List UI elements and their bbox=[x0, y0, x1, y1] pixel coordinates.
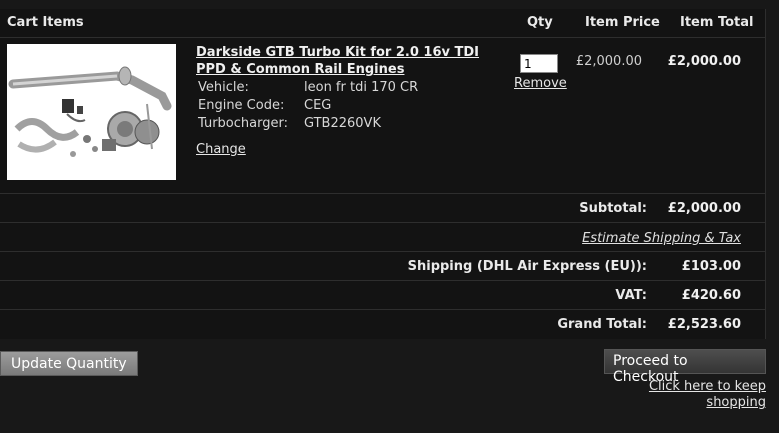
shipping-value: £103.00 bbox=[681, 259, 741, 274]
vat-label: VAT: bbox=[615, 288, 647, 303]
keep-shopping-link[interactable]: Click here to keep shopping bbox=[626, 379, 766, 411]
quantity-input[interactable] bbox=[520, 54, 558, 73]
option-label-turbocharger: Turbocharger: bbox=[198, 116, 288, 131]
product-image[interactable] bbox=[7, 44, 176, 180]
shipping-label: Shipping (DHL Air Express (EU)): bbox=[407, 259, 647, 274]
option-value-engine-code: CEG bbox=[304, 98, 332, 113]
header-qty: Qty bbox=[527, 15, 553, 30]
remove-item-link[interactable]: Remove bbox=[514, 76, 567, 91]
subtotal-label: Subtotal: bbox=[579, 201, 647, 216]
cart-table: Cart Items Qty Item Price Item Total Dar… bbox=[0, 9, 766, 339]
grand-total-label: Grand Total: bbox=[557, 317, 647, 332]
row-divider bbox=[0, 222, 765, 223]
turbo-kit-picture bbox=[8, 66, 172, 157]
change-options-link[interactable]: Change bbox=[196, 142, 246, 157]
option-value-turbocharger: GTB2260VK bbox=[304, 116, 381, 131]
cart-header-row: Cart Items Qty Item Price Item Total bbox=[0, 9, 765, 38]
row-divider bbox=[0, 309, 765, 310]
option-value-vehicle: leon fr tdi 170 CR bbox=[304, 80, 419, 95]
option-label-engine-code: Engine Code: bbox=[198, 98, 285, 113]
vat-value: £420.60 bbox=[681, 288, 741, 303]
proceed-to-checkout-button[interactable]: Proceed to Checkout bbox=[604, 349, 766, 385]
subtotal-value: £2,000.00 bbox=[667, 201, 741, 216]
item-total-value: £2,000.00 bbox=[667, 54, 741, 69]
header-cart-items: Cart Items bbox=[7, 15, 84, 30]
grand-total-value: £2,523.60 bbox=[667, 317, 741, 332]
row-divider bbox=[0, 251, 765, 252]
item-price-value: £2,000.00 bbox=[575, 54, 642, 69]
product-title-link[interactable]: Darkside GTB Turbo Kit for 2.0 16v TDI P… bbox=[196, 44, 496, 78]
update-quantity-button[interactable]: Update Quantity bbox=[0, 351, 138, 376]
estimate-shipping-link[interactable]: Estimate Shipping & Tax bbox=[582, 231, 741, 246]
option-label-vehicle: Vehicle: bbox=[198, 80, 249, 95]
header-item-total: Item Total bbox=[680, 15, 754, 30]
header-item-price: Item Price bbox=[585, 15, 660, 30]
row-divider bbox=[0, 193, 765, 194]
row-divider bbox=[0, 280, 765, 281]
